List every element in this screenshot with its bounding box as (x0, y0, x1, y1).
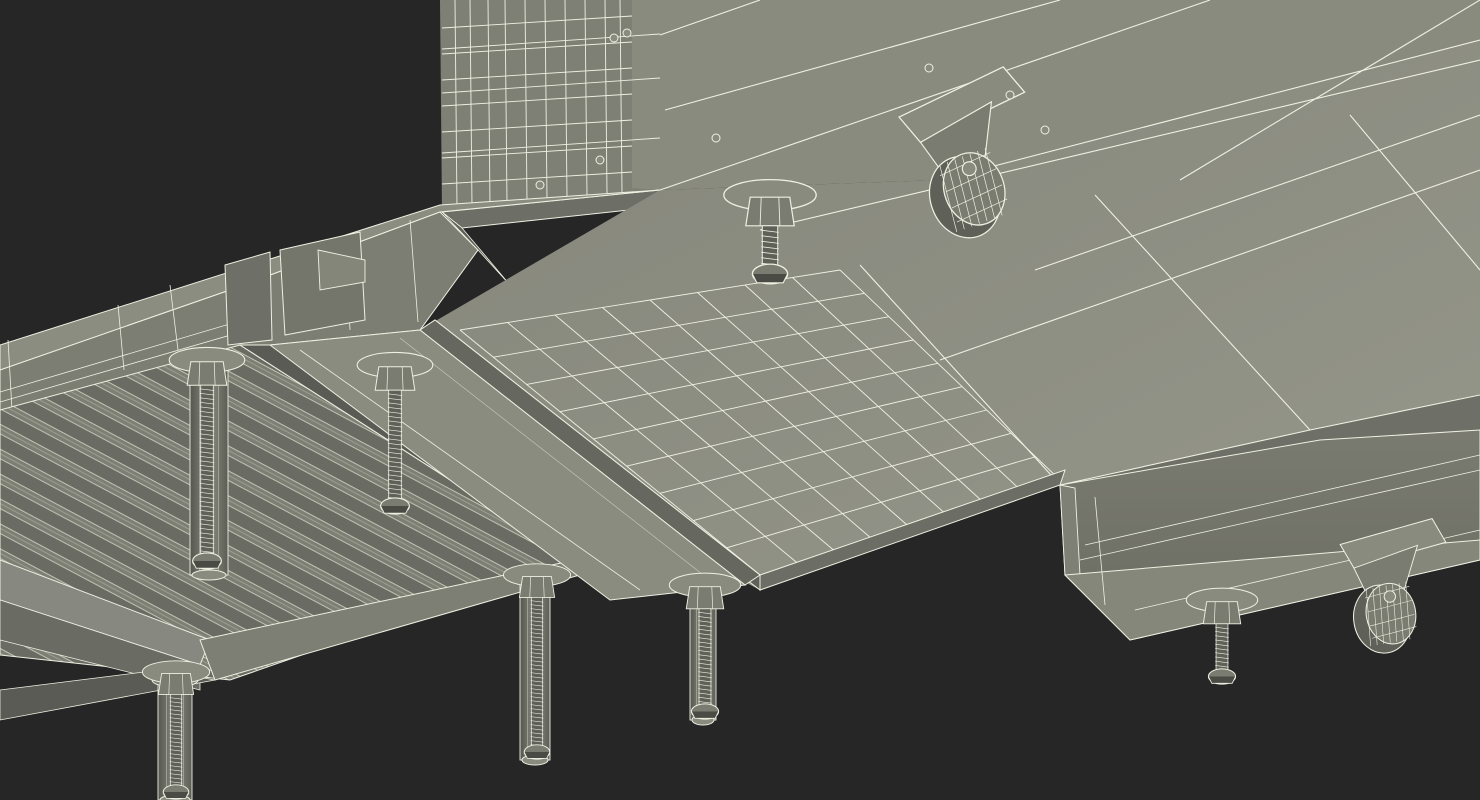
screw (1005, 90, 1015, 100)
wireframe-scene (0, 0, 1480, 800)
screw (622, 28, 632, 38)
adjustable-foot (668, 572, 742, 720)
screw (711, 133, 721, 143)
screw (595, 155, 605, 165)
adjustable-foot (1185, 587, 1259, 685)
screw (609, 33, 619, 43)
screw (924, 63, 934, 73)
render-viewport (0, 0, 1480, 800)
screw (535, 180, 545, 190)
screw (1040, 125, 1050, 135)
